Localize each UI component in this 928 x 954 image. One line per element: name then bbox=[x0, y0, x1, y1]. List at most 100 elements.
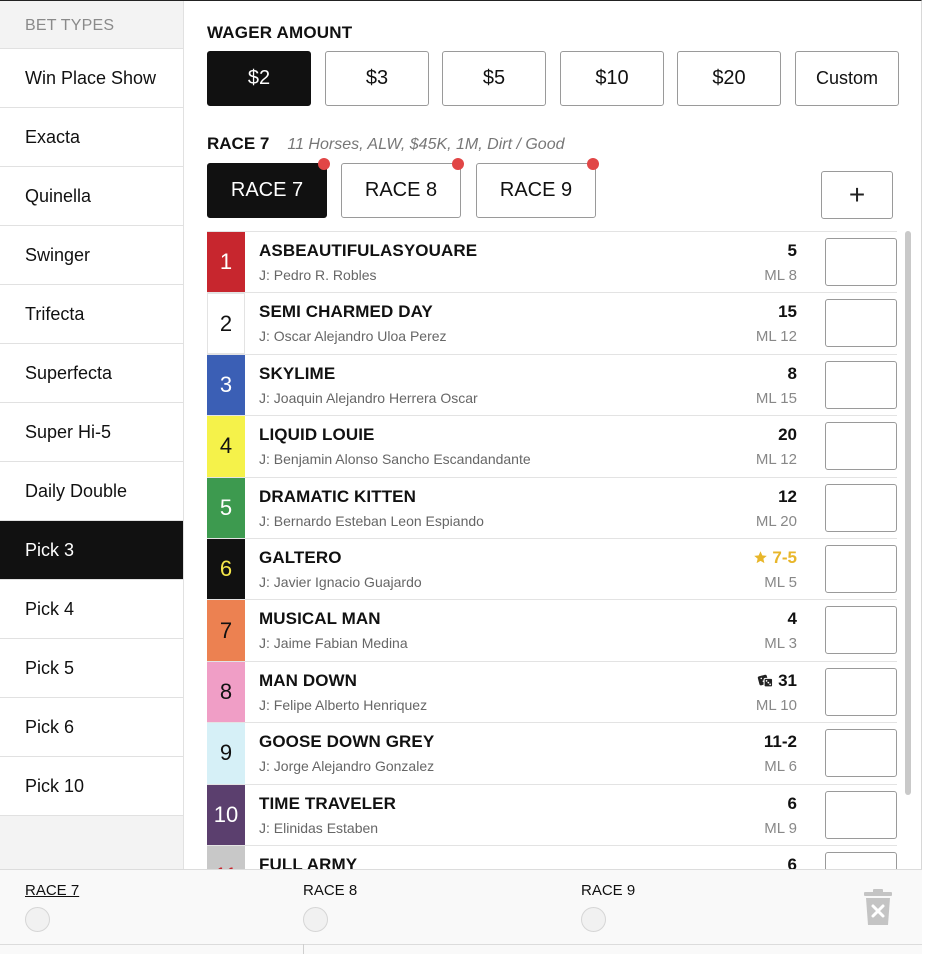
race-status-dot bbox=[452, 158, 464, 170]
race-tab-label: RACE 8 bbox=[364, 179, 438, 201]
leg-selection-placeholder bbox=[303, 907, 328, 932]
odds-value: 4 bbox=[787, 609, 797, 629]
runner-select-checkbox[interactable] bbox=[825, 851, 897, 869]
race-info: RACE 7 11 Horses, ALW, $45K, 1M, Dirt / … bbox=[207, 134, 565, 154]
live-odds: 11-2 bbox=[764, 732, 797, 752]
star-icon bbox=[754, 551, 768, 564]
sidebar-item-quinella[interactable]: Quinella bbox=[0, 167, 183, 226]
horse-name: LIQUID LOUIE bbox=[259, 425, 375, 445]
bet-slip-leg-2[interactable]: RACE 8 bbox=[303, 882, 357, 932]
odds-value: 20 bbox=[778, 425, 797, 445]
tab-race-7[interactable]: RACE 7 bbox=[207, 158, 330, 218]
tab-race-8[interactable]: RACE 8 bbox=[341, 158, 464, 218]
horse-name: SKYLIME bbox=[259, 363, 336, 383]
post-position: 9 bbox=[207, 723, 245, 784]
sidebar-item-superfecta[interactable]: Superfecta bbox=[0, 344, 183, 403]
runner-select-checkbox[interactable] bbox=[825, 606, 897, 655]
sidebar-item-pick-6[interactable]: Pick 6 bbox=[0, 698, 183, 757]
wager-option-custom[interactable]: Custom bbox=[795, 51, 899, 106]
odds-value: 31 bbox=[778, 670, 797, 690]
bet-slip-leg-1[interactable]: RACE 7 bbox=[25, 882, 79, 932]
odds-value: 11-2 bbox=[763, 732, 797, 752]
sidebar-item-win-place-show[interactable]: Win Place Show bbox=[0, 49, 183, 108]
live-odds: 12 bbox=[778, 487, 797, 507]
sidebar-item-exacta[interactable]: Exacta bbox=[0, 108, 183, 167]
jockey-name: J: Elinidas Estaben bbox=[259, 819, 379, 836]
odds-value: 15 bbox=[778, 302, 797, 322]
bet-slip-leg-label: RACE 9 bbox=[581, 882, 636, 899]
bottom-divider bbox=[0, 944, 922, 945]
runner-row: 4 LIQUID LOUIE J: Benjamin Alonso Sancho E… bbox=[207, 416, 897, 478]
runner-select-checkbox[interactable] bbox=[825, 360, 897, 409]
sidebar-item-swinger[interactable]: Swinger bbox=[0, 226, 183, 285]
sidebar-item-pick-3[interactable]: Pick 3 bbox=[0, 521, 183, 580]
runner-select-checkbox[interactable] bbox=[825, 667, 897, 716]
odds-value: 6 bbox=[787, 854, 797, 869]
morning-line: ML 8 bbox=[764, 267, 797, 284]
morning-line: ML 12 bbox=[755, 451, 797, 469]
wager-option-20[interactable]: $20 bbox=[677, 51, 781, 106]
race-status-dot bbox=[318, 158, 330, 170]
jockey-name: J: Joaquin Alejandro Herrera Oscar bbox=[259, 389, 478, 406]
morning-line: ML 10 bbox=[755, 696, 797, 714]
runner-list-scrollbar[interactable] bbox=[905, 231, 911, 795]
runner-select-checkbox[interactable] bbox=[825, 790, 897, 839]
post-position: 3 bbox=[207, 354, 245, 416]
horse-name: DRAMATIC KITTEN bbox=[259, 486, 416, 506]
runner-row: 7 MUSICAL MAN J: Jaime Fabian Medina 4 ML 3 bbox=[207, 600, 897, 662]
post-position: 5 bbox=[207, 477, 245, 538]
bet-types-sidebar: BET TYPES Win Place Show Exacta Quinella Sw… bbox=[0, 1, 184, 869]
clear-selections-button[interactable] bbox=[864, 889, 892, 927]
runner-select-checkbox[interactable] bbox=[825, 729, 897, 778]
runner-row: 8 MAN DOWN J: Felipe Alberto Henriquez 31 ML… bbox=[207, 661, 897, 724]
wager-option-10[interactable]: $10 bbox=[560, 51, 664, 106]
add-race-button[interactable]: + bbox=[821, 171, 893, 219]
horse-name: TIME TRAVELER bbox=[259, 793, 396, 813]
runner-select-checkbox[interactable] bbox=[825, 299, 897, 348]
post-position: 6 bbox=[207, 538, 245, 600]
morning-line: ML 12 bbox=[755, 328, 797, 346]
race-tab-label: RACE 7 bbox=[230, 179, 304, 201]
runner-row: 3 SKYLIME J: Joaquin Alejandro Herrera Osc… bbox=[207, 354, 897, 417]
jockey-name: J: Bernardo Esteban Leon Espiando bbox=[259, 512, 484, 529]
live-odds: 20 bbox=[778, 425, 797, 445]
race-tab-label: RACE 9 bbox=[499, 179, 573, 201]
live-odds: 7-5 bbox=[753, 548, 797, 568]
morning-line: ML 6 bbox=[764, 758, 797, 776]
wager-option-2[interactable]: $2 bbox=[207, 51, 311, 106]
odds-value: 7-5 bbox=[772, 547, 797, 567]
runner-row: 9 GOOSE DOWN GREY J: Jorge Alejandro Gonza… bbox=[207, 723, 897, 785]
jockey-name: J: Benjamin Alonso Sancho Escandandante bbox=[259, 451, 531, 468]
bet-slip-leg-3[interactable]: RACE 9 bbox=[581, 882, 635, 932]
runner-row: 5 DRAMATIC KITTEN J: Bernardo Esteban Leon… bbox=[207, 477, 897, 539]
dice-icon bbox=[757, 674, 774, 688]
runner-select-checkbox[interactable] bbox=[825, 544, 897, 593]
bet-slip-leg-label: RACE 8 bbox=[303, 882, 358, 899]
sidebar-item-pick-5[interactable]: Pick 5 bbox=[0, 639, 183, 698]
bet-slip-leg-label: RACE 7 bbox=[25, 882, 80, 899]
sidebar-item-super-hi-5[interactable]: Super Hi-5 bbox=[0, 403, 183, 462]
jockey-name: J: Felipe Alberto Henriquez bbox=[259, 696, 428, 713]
sidebar-item-pick-10[interactable]: Pick 10 bbox=[0, 757, 183, 816]
morning-line: ML 3 bbox=[764, 635, 797, 653]
runner-select-checkbox[interactable] bbox=[825, 238, 897, 286]
sidebar-item-trifecta[interactable]: Trifecta bbox=[0, 285, 183, 344]
wager-option-3[interactable]: $3 bbox=[325, 51, 429, 106]
morning-line: ML 20 bbox=[755, 512, 797, 530]
post-position: 10 bbox=[207, 784, 245, 845]
runner-row: 2 SEMI CHARMED DAY J: Oscar Alejandro Uloa… bbox=[207, 293, 897, 355]
sidebar-item-pick-4[interactable]: Pick 4 bbox=[0, 580, 183, 639]
runner-select-checkbox[interactable] bbox=[825, 422, 897, 471]
leg-selection-placeholder bbox=[25, 907, 50, 932]
wager-option-5[interactable]: $5 bbox=[442, 51, 546, 106]
jockey-name: J: Jaime Fabian Medina bbox=[259, 635, 408, 652]
live-odds: 4 bbox=[788, 609, 797, 629]
runner-select-checkbox[interactable] bbox=[825, 483, 897, 532]
odds-value: 12 bbox=[778, 486, 797, 506]
morning-line: ML 9 bbox=[764, 819, 797, 837]
tab-race-9[interactable]: RACE 9 bbox=[476, 158, 599, 218]
wager-amount-title: WAGER AMOUNT bbox=[207, 23, 353, 42]
odds-value: 8 bbox=[787, 363, 797, 383]
jockey-name: J: Pedro R. Robles bbox=[259, 267, 377, 283]
sidebar-item-daily-double[interactable]: Daily Double bbox=[0, 462, 183, 521]
